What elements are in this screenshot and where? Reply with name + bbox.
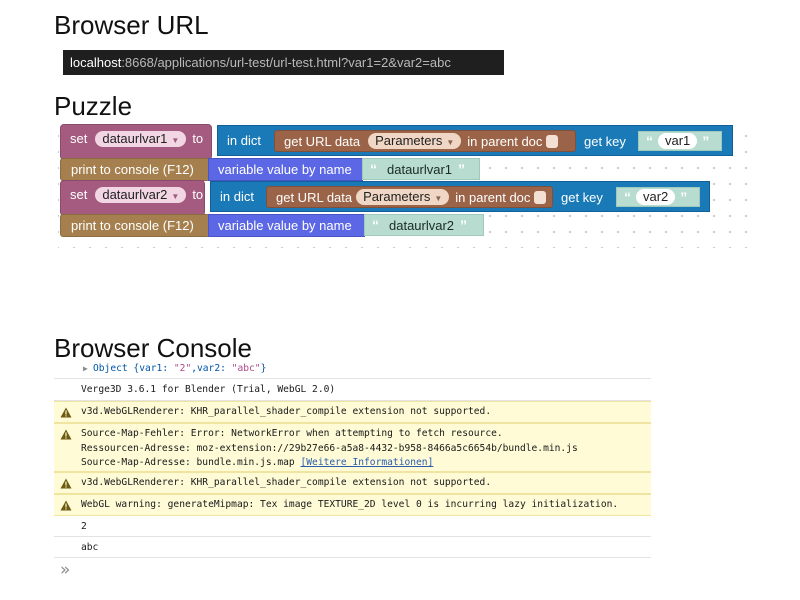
warning-icon	[60, 478, 72, 489]
heading-puzzle: Puzzle	[54, 91, 133, 121]
variable-value-label: variable value by name	[218, 218, 352, 233]
text-block-var-2[interactable]: “ dataurlvar2 ”	[364, 214, 484, 236]
get-url-data-block-2[interactable]: get URL data Parameters ▼ in parent doc	[266, 186, 553, 208]
text-block-var-1[interactable]: “ dataurlvar1 ”	[362, 158, 480, 180]
console-warning-row: v3d.WebGLRenderer: KHR_parallel_shader_c…	[54, 472, 651, 494]
set-label: set	[70, 187, 88, 202]
console-warning-row: Source-Map-Fehler: Error: NetworkError w…	[54, 423, 651, 472]
log-text: Verge3D 3.6.1 for Blender (Trial, WebGL …	[81, 384, 336, 395]
warning-text: v3d.WebGLRenderer: KHR_parallel_shader_c…	[81, 477, 492, 488]
variable-value-block-1[interactable]: variable value by name	[208, 158, 363, 181]
object-key: var1	[139, 362, 163, 374]
print-block-1[interactable]: print to console (F12)	[60, 158, 210, 181]
dropdown-value: Parameters	[363, 189, 431, 204]
to-label: to	[192, 187, 204, 202]
warning-text: WebGL warning: generateMipmap: Tex image…	[81, 499, 619, 510]
variable-value-block-2[interactable]: variable value by name	[208, 214, 365, 237]
puzzle-workspace[interactable]: set dataurlvar1 ▼ to in dict get URL data…	[58, 122, 748, 248]
object-key: var2	[197, 362, 221, 374]
console-output-row: 2	[54, 516, 651, 537]
text-block-key-1[interactable]: “ var1 ”	[638, 131, 722, 151]
variable-dropdown-1[interactable]: dataurlvar1 ▼	[95, 131, 187, 147]
close-quote-icon: ”	[460, 217, 468, 233]
in-dict-label: in dict	[220, 189, 254, 204]
dropdown-arrow-icon: ▼	[171, 136, 180, 145]
parent-doc-checkbox[interactable]	[534, 190, 547, 204]
dropdown-value: Parameters	[375, 133, 443, 148]
get-key-label-2: get key	[561, 189, 603, 205]
in-parent-doc-label: in parent doc	[467, 133, 543, 149]
get-key-label-1: get key	[584, 133, 626, 149]
var-text-1[interactable]: dataurlvar1	[387, 162, 452, 177]
warning-text: Ressourcen-Adresse: moz-extension://29b2…	[81, 442, 578, 454]
close-quote-icon: ”	[680, 189, 688, 205]
variable-value-label: variable value by name	[218, 162, 352, 177]
output-text: 2	[81, 520, 87, 532]
in-parent-doc-label: in parent doc	[455, 189, 531, 205]
url-path: :8668/applications/url-test/url-test.htm…	[121, 55, 451, 70]
warning-icon	[60, 407, 72, 418]
get-url-data-label: get URL data	[276, 189, 353, 205]
url-bar[interactable]: localhost:8668/applications/url-test/url…	[63, 50, 504, 75]
expand-triangle-icon[interactable]: ▶	[83, 364, 88, 373]
url-host: localhost	[70, 55, 122, 70]
to-label: to	[192, 131, 204, 146]
object-value: "2"	[173, 362, 192, 374]
in-dict-label: in dict	[227, 133, 261, 148]
warning-icon	[60, 500, 72, 511]
get-url-data-block-1[interactable]: get URL data Parameters ▼ in parent doc	[274, 130, 576, 152]
set-label: set	[70, 131, 88, 146]
close-quote-icon: ”	[702, 133, 710, 149]
print-block-2[interactable]: print to console (F12)	[60, 214, 210, 237]
url-data-dropdown-2[interactable]: Parameters ▼	[356, 189, 450, 205]
console-warning-row: v3d.WebGLRenderer: KHR_parallel_shader_c…	[54, 401, 651, 423]
var-text-2[interactable]: dataurlvar2	[389, 218, 454, 233]
parent-doc-checkbox[interactable]	[546, 134, 559, 148]
warning-text: v3d.WebGLRenderer: KHR_parallel_shader_c…	[81, 406, 492, 417]
key-text-field-1[interactable]: var1	[658, 133, 698, 149]
console-output-row: abc	[54, 537, 651, 558]
dropdown-arrow-icon: ▼	[434, 194, 443, 203]
open-quote-icon: “	[646, 133, 653, 149]
print-label: print to console (F12)	[71, 218, 194, 233]
open-quote-icon: “	[370, 161, 377, 177]
object-suffix: }	[260, 362, 267, 374]
console-object-row[interactable]: ▶ Object { var1: "2", var2: "abc" }	[54, 358, 651, 379]
object-prefix: Object {	[93, 362, 140, 374]
print-label: print to console (F12)	[71, 162, 194, 177]
set-block-1[interactable]: set dataurlvar1 ▼ to	[60, 124, 212, 160]
object-value: "abc"	[231, 362, 261, 374]
warning-text: Source-Map-Fehler: Error: NetworkError w…	[81, 428, 503, 439]
warning-text: Source-Map-Adresse: bundle.min.js.map	[81, 457, 301, 468]
browser-console: ▶ Object { var1: "2", var2: "abc" } Verg…	[54, 358, 651, 558]
dropdown-arrow-icon: ▼	[446, 138, 455, 147]
more-info-link[interactable]: [Weitere Informationen]	[301, 457, 434, 468]
key-text-field-2[interactable]: var2	[636, 189, 676, 205]
warning-icon	[60, 429, 72, 440]
variable-dropdown-2[interactable]: dataurlvar2 ▼	[95, 187, 187, 203]
console-warning-row: WebGL warning: generateMipmap: Tex image…	[54, 494, 651, 516]
open-quote-icon: “	[624, 189, 631, 205]
output-text: abc	[81, 541, 99, 553]
text-block-key-2[interactable]: “ var2 ”	[616, 187, 700, 207]
close-quote-icon: ”	[458, 161, 466, 177]
variable-name: dataurlvar1	[102, 131, 168, 146]
set-block-2[interactable]: set dataurlvar2 ▼ to	[60, 180, 205, 216]
dropdown-arrow-icon: ▼	[171, 192, 180, 201]
get-url-data-label: get URL data	[284, 133, 361, 149]
url-data-dropdown-1[interactable]: Parameters ▼	[368, 133, 462, 149]
console-log-row: Verge3D 3.6.1 for Blender (Trial, WebGL …	[54, 379, 651, 401]
variable-name: dataurlvar2	[102, 187, 168, 202]
console-prompt-icon[interactable]: »	[60, 560, 70, 580]
open-quote-icon: “	[372, 217, 379, 233]
heading-browser-url: Browser URL	[54, 10, 209, 40]
